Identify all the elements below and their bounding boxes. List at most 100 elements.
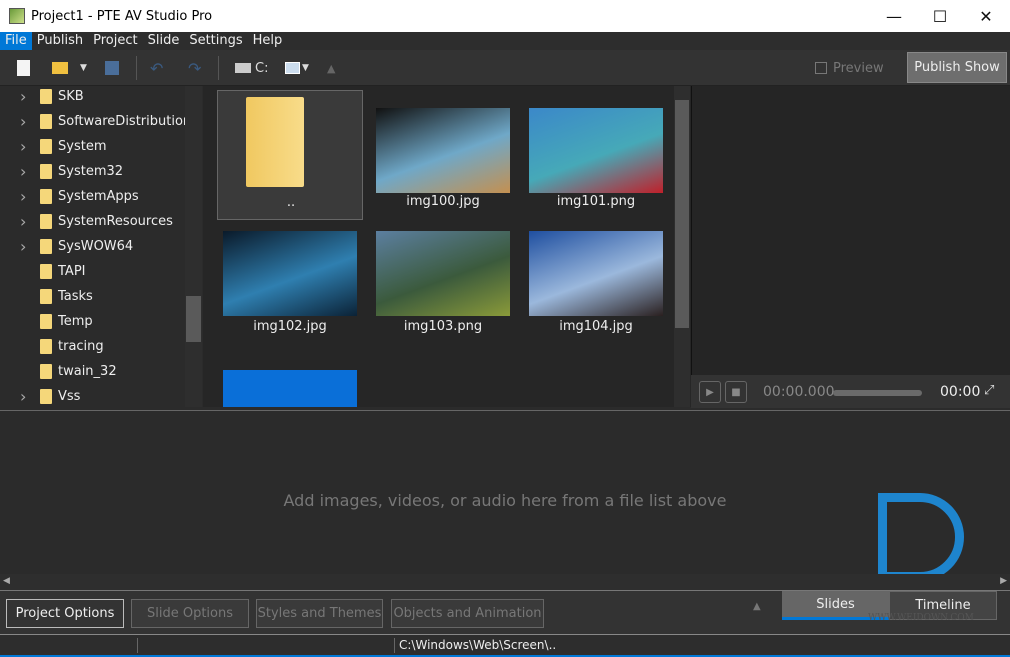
scroll-left-icon[interactable]: ◀ (3, 576, 10, 586)
folder-icon (40, 239, 52, 254)
chevron-right-icon[interactable]: › (20, 212, 40, 231)
menu-project[interactable]: Project (88, 32, 142, 50)
chevron-right-icon[interactable]: › (20, 112, 40, 131)
save-icon[interactable] (105, 58, 119, 78)
tree-item[interactable]: › System (0, 134, 106, 159)
preview-pane (691, 86, 1010, 407)
tree-item-label: twain_32 (58, 364, 117, 379)
chevron-right-icon[interactable]: › (20, 87, 40, 106)
objects-animation-button[interactable]: Objects and Animation (391, 599, 544, 628)
grid-scrollbar[interactable] (674, 86, 690, 407)
tree-item[interactable]: twain_32 (0, 359, 117, 384)
slides-horizontal-scrollbar[interactable]: ◀ ▶ (0, 574, 1010, 590)
up-arrow-icon[interactable]: ▲ (327, 58, 335, 78)
tree-item[interactable]: › SKB (0, 84, 84, 109)
tree-item[interactable]: TAPI (0, 259, 86, 284)
preview-button[interactable]: Preview (815, 58, 884, 78)
collapse-up-icon[interactable]: ▲ (753, 601, 761, 612)
tree-item[interactable]: › System32 (0, 159, 123, 184)
divider (137, 638, 138, 653)
folder-icon (40, 264, 52, 279)
project-options-button[interactable]: Project Options (6, 599, 124, 628)
publish-show-button[interactable]: Publish Show (907, 52, 1007, 83)
watermark-logo (878, 493, 964, 581)
thumbnail-image (529, 231, 663, 316)
tree-item[interactable]: tracing (0, 334, 104, 359)
tree-scrollbar[interactable] (185, 86, 202, 407)
thumbnail-image (223, 231, 357, 316)
folder-icon (246, 97, 304, 187)
menu-bar: File Publish Project Slide Settings Help (0, 32, 1010, 50)
thumbnail-image (376, 108, 510, 193)
file-item[interactable]: img100.jpg (370, 90, 516, 220)
tree-item[interactable]: Temp (0, 309, 93, 334)
undo-icon[interactable]: ↶ (150, 58, 163, 78)
chevron-right-icon[interactable]: › (20, 137, 40, 156)
maximize-button[interactable]: ☐ (917, 0, 963, 32)
progress-slider[interactable] (833, 390, 922, 396)
status-bar: C:\Windows\Web\Screen\.. (0, 634, 1010, 657)
folder-icon (40, 364, 52, 379)
new-file-icon[interactable] (17, 58, 30, 78)
fullscreen-icon[interactable]: ⤢ (984, 383, 994, 398)
menu-settings[interactable]: Settings (184, 32, 247, 50)
menu-slide[interactable]: Slide (143, 32, 185, 50)
redo-icon[interactable]: ↷ (188, 58, 201, 78)
tree-item[interactable]: › SysWOW64 (0, 234, 133, 259)
menu-file[interactable]: File (0, 32, 32, 50)
thumbnail-image (529, 108, 663, 193)
folder-tree: › SKB › SoftwareDistribution › System › System3… (0, 86, 203, 407)
play-button[interactable]: ▶ (699, 381, 721, 403)
tree-scroll-thumb[interactable] (186, 296, 201, 342)
file-item[interactable] (217, 358, 363, 407)
minimize-button[interactable]: — (871, 0, 917, 32)
tree-item[interactable]: Tasks (0, 284, 93, 309)
file-item[interactable]: img101.png (523, 90, 669, 220)
thumbnail-image (223, 370, 357, 407)
drive-selector[interactable]: C: (235, 58, 268, 78)
tree-item[interactable]: › Vss (0, 384, 80, 409)
styles-themes-button[interactable]: Styles and Themes (256, 599, 383, 628)
tree-item-label: TAPI (58, 264, 86, 279)
open-dropdown-icon[interactable]: ▼ (80, 58, 87, 78)
folder-icon (40, 139, 52, 154)
image-view-icon (285, 62, 300, 74)
file-item[interactable]: img104.jpg (523, 224, 669, 354)
file-name: img104.jpg (559, 319, 633, 334)
player-controls: ▶ ■ 00:00.000 00:00 ⤢ (691, 375, 1010, 408)
grid-scroll-thumb[interactable] (675, 100, 689, 328)
open-folder-icon[interactable] (52, 58, 68, 78)
folder-icon (40, 289, 52, 304)
tree-item[interactable]: › SystemResources (0, 209, 173, 234)
scroll-right-icon[interactable]: ▶ (1000, 576, 1007, 586)
chevron-right-icon[interactable]: › (20, 187, 40, 206)
menu-help[interactable]: Help (248, 32, 288, 50)
stop-button[interactable]: ■ (725, 381, 747, 403)
folder-icon (40, 164, 52, 179)
chevron-right-icon[interactable]: › (20, 237, 40, 256)
folder-icon (40, 214, 52, 229)
parent-folder-item[interactable]: .. (217, 90, 363, 220)
divider (136, 56, 137, 80)
view-mode-button[interactable]: ▼ (285, 58, 309, 78)
slide-list[interactable]: Add images, videos, or audio here from a… (0, 410, 1010, 581)
tree-item[interactable]: › SoftwareDistribution (0, 109, 191, 134)
menu-publish[interactable]: Publish (32, 32, 88, 50)
tree-item[interactable]: › SystemApps (0, 184, 139, 209)
divider (394, 638, 395, 653)
file-name: img101.png (556, 194, 636, 209)
chevron-right-icon[interactable]: › (20, 387, 40, 406)
bottom-bar: Project Options Slide Options Styles and… (0, 590, 1010, 634)
tree-item-label: SKB (58, 89, 84, 104)
file-item[interactable]: img102.jpg (217, 224, 363, 354)
file-name: img103.png (403, 319, 483, 334)
window-title: Project1 - PTE AV Studio Pro (31, 8, 213, 24)
file-name: .. (286, 195, 296, 210)
file-item[interactable]: img103.png (370, 224, 516, 354)
chevron-right-icon[interactable]: › (20, 162, 40, 181)
tree-item-label: Vss (58, 389, 81, 404)
divider (218, 56, 219, 80)
file-name: img102.jpg (253, 319, 327, 334)
close-button[interactable]: ✕ (963, 0, 1009, 32)
slide-options-button[interactable]: Slide Options (131, 599, 249, 628)
